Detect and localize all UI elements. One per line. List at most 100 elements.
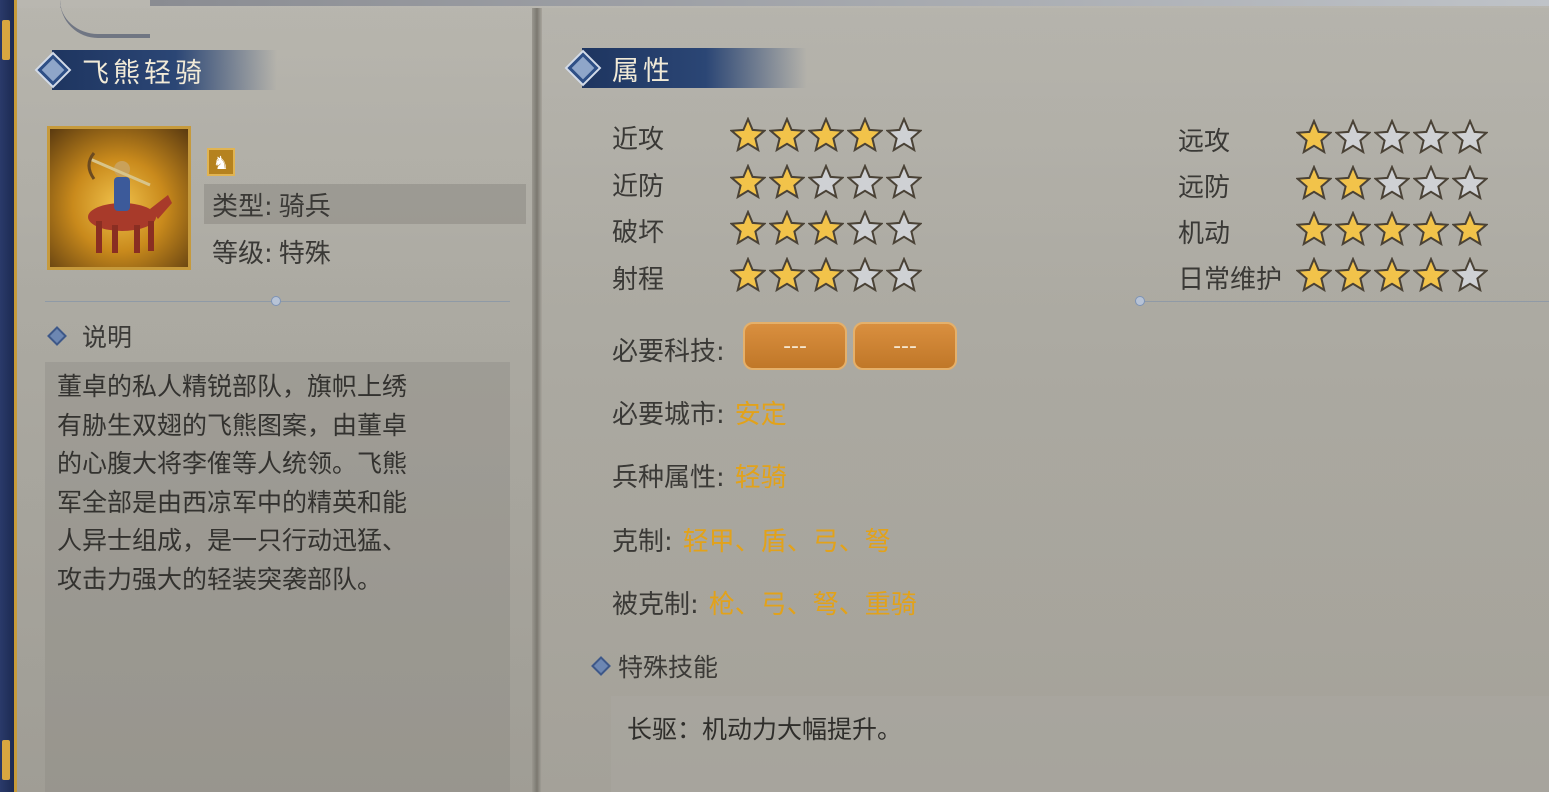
description-header-text: 说明 (82, 323, 133, 352)
star-filled-icon (1413, 211, 1449, 247)
type-value: 骑兵 (278, 191, 331, 222)
star-filled-icon (730, 164, 766, 200)
star-filled-icon (1335, 211, 1371, 247)
star-filled-icon (1374, 211, 1410, 247)
description-line: 人异士组成，是一只行动迅猛、 (57, 526, 408, 555)
horse-icon: ♞ (207, 148, 235, 176)
special-skill-box: 长驱：机动力大幅提升。 (611, 696, 1549, 792)
countered-by-value: 枪、弓、弩、重骑 (708, 590, 917, 620)
required-city-value: 安定 (734, 400, 787, 430)
star-empty-icon (1413, 119, 1449, 155)
unit-portrait (47, 126, 191, 270)
star-filled-icon (1296, 257, 1332, 293)
special-skill-text: 长驱：机动力大幅提升。 (627, 715, 903, 744)
required-tech-label: 必要科技: (612, 337, 725, 367)
stars-ranged-defense (1296, 165, 1488, 201)
separator-dot (271, 296, 281, 306)
countered-by-label: 被克制: (612, 590, 699, 620)
top-strip (150, 0, 1549, 6)
troop-attribute-label: 兵种属性: (612, 463, 725, 493)
star-empty-icon (808, 164, 844, 200)
star-filled-icon (1374, 257, 1410, 293)
star-empty-icon (847, 257, 883, 293)
attributes-header: 属性 (612, 55, 674, 87)
stars-melee-attack (730, 117, 922, 153)
level-value: 特殊 (278, 238, 331, 269)
star-empty-icon (847, 164, 883, 200)
stat-label-ranged-defense: 远防 (1178, 173, 1231, 203)
countered-by-row: 被克制: 枪、弓、弩、重骑 (612, 584, 917, 621)
frame-ornament (2, 20, 10, 60)
left-frame-border (0, 0, 17, 792)
star-filled-icon (769, 257, 805, 293)
stars-upkeep (1296, 257, 1488, 293)
separator-line (1140, 301, 1549, 302)
star-empty-icon (886, 257, 922, 293)
star-filled-icon (808, 210, 844, 246)
stars-siege (730, 210, 922, 246)
description-line: 有胁生双翅的飞熊图案，由董卓 (57, 410, 408, 440)
stars-range (730, 257, 922, 293)
star-filled-icon (1296, 211, 1332, 247)
special-skill-header: 特殊技能 (591, 648, 719, 684)
required-city-row: 必要城市: 安定 (612, 394, 787, 431)
star-filled-icon (808, 117, 844, 153)
description-line: 攻击力强大的轻装突袭部队。 (57, 564, 383, 594)
star-filled-icon (847, 117, 883, 153)
stat-label-range: 射程 (612, 265, 665, 295)
counters-value: 轻甲、盾、弓、弩 (682, 527, 891, 557)
level-label: 等级: (212, 238, 273, 269)
star-filled-icon (730, 210, 766, 246)
gem-icon (47, 326, 67, 346)
star-empty-icon (886, 164, 922, 200)
unit-name: 飞熊轻骑 (82, 57, 206, 89)
troop-attribute-row: 兵种属性: 轻骑 (612, 457, 787, 494)
stars-ranged-attack (1296, 119, 1488, 155)
star-filled-icon (1296, 119, 1332, 155)
stars-melee-defense (730, 164, 922, 200)
star-empty-icon (1413, 165, 1449, 201)
star-empty-icon (1452, 119, 1488, 155)
counters-label: 克制: (612, 527, 673, 557)
description-line: 军全部是由西凉军中的精英和能 (57, 487, 408, 517)
special-skill-header-text: 特殊技能 (618, 653, 719, 682)
required-tech-slot-1[interactable]: --- (743, 322, 847, 370)
panel-divider (532, 8, 542, 792)
star-filled-icon (730, 117, 766, 153)
star-filled-icon (1335, 257, 1371, 293)
star-empty-icon (1452, 165, 1488, 201)
star-filled-icon (730, 257, 766, 293)
star-empty-icon (1374, 119, 1410, 155)
star-filled-icon (1296, 165, 1332, 201)
stat-label-mobility: 机动 (1178, 219, 1231, 249)
star-empty-icon (886, 210, 922, 246)
stat-label-melee-attack: 近攻 (612, 125, 665, 155)
description-line: 的心腹大将李傕等人统领。飞熊 (57, 449, 408, 478)
star-empty-icon (1335, 119, 1371, 155)
star-empty-icon (886, 117, 922, 153)
star-filled-icon (1413, 257, 1449, 293)
required-tech-slot-2[interactable]: --- (853, 322, 957, 370)
stars-mobility (1296, 211, 1488, 247)
description-header: 说明 (47, 318, 133, 354)
stat-label-siege: 破坏 (612, 218, 665, 248)
description-line: 董卓的私人精锐部队，旗帜上绣 (57, 372, 408, 401)
gem-icon (591, 656, 611, 676)
description-box: 董卓的私人精锐部队，旗帜上绣 有胁生双翅的飞熊图案，由董卓 的心腹大将李傕等人统… (45, 362, 510, 792)
unit-level-row: 等级: 特殊 (204, 231, 526, 271)
frame-ornament (2, 740, 10, 780)
unit-type-row: 类型: 骑兵 (204, 184, 526, 224)
star-filled-icon (1452, 211, 1488, 247)
attributes-title-bar: 属性 (567, 48, 807, 88)
cavalry-figure-icon (87, 152, 172, 253)
star-filled-icon (808, 257, 844, 293)
troop-attribute-value: 轻骑 (734, 463, 787, 493)
star-filled-icon (769, 210, 805, 246)
star-filled-icon (769, 117, 805, 153)
star-empty-icon (1374, 165, 1410, 201)
stat-label-ranged-attack: 远攻 (1178, 127, 1231, 157)
star-filled-icon (769, 164, 805, 200)
stat-label-upkeep: 日常维护 (1178, 265, 1283, 295)
required-city-label: 必要城市: (612, 400, 725, 430)
unit-name-bar: 飞熊轻骑 (37, 50, 277, 90)
